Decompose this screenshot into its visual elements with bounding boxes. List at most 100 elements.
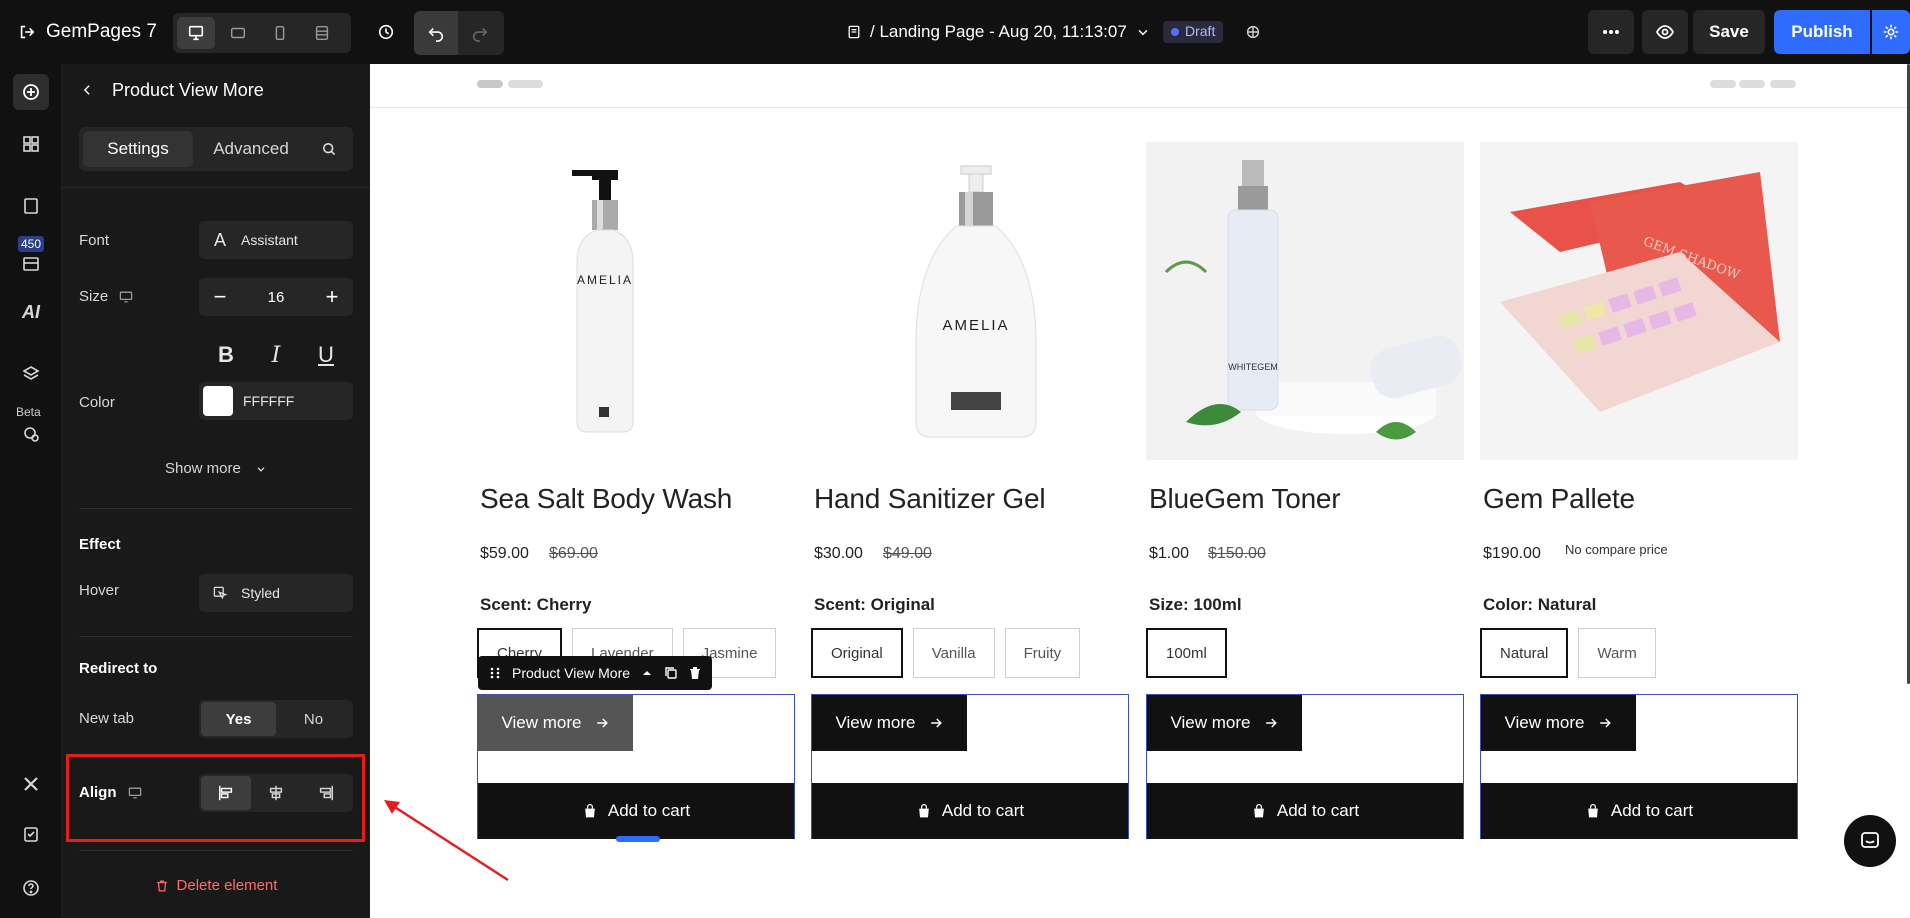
view-more-button[interactable]: View more (1147, 695, 1302, 751)
delete-element-button[interactable]: Delete element (62, 877, 370, 894)
product-name[interactable]: Sea Salt Body Wash (480, 483, 732, 515)
fullscreen-view-button[interactable] (303, 17, 341, 49)
bold-button[interactable]: B (209, 342, 243, 368)
sections-button[interactable] (13, 126, 49, 162)
duplicate-icon[interactable] (664, 666, 678, 680)
product-image[interactable]: WHITEGEM (1146, 142, 1464, 460)
product-view-more-block[interactable]: View more Add to cart (1480, 694, 1798, 839)
hover-label: Hover (79, 582, 119, 599)
pages-button[interactable] (13, 188, 49, 224)
font-label-text: Font (79, 232, 110, 249)
product-image[interactable]: GEM SHADOW (1480, 142, 1798, 460)
add-to-cart-button[interactable]: Add to cart (1481, 783, 1797, 839)
add-to-cart-button[interactable]: Add to cart (1147, 783, 1463, 839)
new-tab-no-button[interactable]: No (276, 702, 351, 736)
mobile-view-button[interactable] (261, 17, 299, 49)
variant-option[interactable]: Natural (1480, 628, 1569, 678)
ai-button[interactable]: AI (13, 294, 49, 330)
tab-settings[interactable]: Settings (83, 131, 193, 167)
variant-option[interactable]: Fruity (1004, 628, 1081, 678)
layers-button[interactable] (13, 356, 49, 392)
resize-handle[interactable] (616, 836, 660, 842)
size-value[interactable]: 16 (268, 289, 285, 306)
product-view-more-block[interactable]: Product View More View more Add to cart (477, 656, 795, 842)
align-left-icon (218, 785, 233, 801)
annotation-arrow (384, 800, 509, 882)
compare-price: $69.00 (549, 545, 598, 562)
color-label-text: Color (79, 394, 115, 411)
beta-tool-button[interactable] (13, 416, 49, 452)
view-more-button[interactable]: View more (1481, 695, 1636, 751)
color-picker[interactable]: FFFFFF (199, 382, 353, 420)
variant-option[interactable]: Vanilla (912, 628, 995, 678)
align-right-button[interactable] (301, 776, 351, 810)
variant-option[interactable]: 100ml (1146, 628, 1227, 678)
size-stepper[interactable]: − 16 + (199, 278, 353, 316)
chat-support-button[interactable] (1844, 815, 1896, 867)
desktop-view-button[interactable] (177, 17, 215, 49)
exit-to-dashboard[interactable]: GemPages 7 (18, 18, 157, 46)
add-to-cart-button[interactable]: Add to cart (812, 783, 1128, 839)
back-chevron-icon[interactable] (80, 83, 94, 97)
save-button[interactable]: Save (1693, 10, 1765, 54)
help-button[interactable] (13, 870, 49, 906)
add-element-button[interactable] (13, 74, 49, 110)
font-select[interactable]: A Assistant (199, 221, 353, 259)
product-price: $30.00 (814, 545, 863, 562)
italic-button[interactable]: I (259, 343, 293, 368)
hover-select[interactable]: Styled (199, 574, 353, 612)
view-more-button[interactable]: View more (812, 695, 967, 751)
product-name[interactable]: Hand Sanitizer Gel (814, 483, 1046, 515)
new-tab-yes-button[interactable]: Yes (201, 702, 276, 736)
placeholder-pill (1710, 80, 1736, 88)
increment-button[interactable]: + (323, 284, 341, 310)
product-view-more-block[interactable]: View more Add to cart (1146, 694, 1464, 839)
shopping-bag-icon (1254, 803, 1264, 818)
plus-circle-icon (23, 84, 39, 100)
view-more-label: View more (1504, 713, 1585, 732)
view-more-button[interactable]: View more (478, 695, 633, 751)
section-divider (79, 636, 353, 637)
show-more-button[interactable]: Show more (62, 460, 370, 477)
add-to-cart-button[interactable]: Add to cart (478, 783, 794, 839)
color-swatch[interactable] (203, 386, 233, 416)
redirect-section-title: Redirect to (79, 660, 158, 677)
library-button[interactable] (13, 246, 49, 282)
bottle-illustration: AMELIA (915, 165, 1037, 438)
redo-button[interactable] (458, 11, 502, 55)
publish-settings-button[interactable] (1872, 10, 1910, 54)
variant-option[interactable]: Original (811, 628, 903, 678)
more-options-button[interactable] (1588, 10, 1634, 54)
tablet-view-button[interactable] (219, 17, 257, 49)
variant-option[interactable]: Warm (1578, 628, 1656, 678)
page-icon (848, 25, 860, 39)
product-name[interactable]: Gem Pallete (1483, 483, 1635, 515)
panel-search-button[interactable] (309, 131, 349, 167)
compare-price: No compare price (1565, 542, 1668, 557)
x-tool-button[interactable] (13, 766, 49, 802)
color-value[interactable]: FFFFFF (243, 393, 294, 409)
product-image[interactable]: AMELIA (477, 142, 795, 460)
history-button[interactable] (370, 16, 402, 48)
help-icon (23, 880, 39, 896)
preview-button[interactable] (1642, 10, 1688, 54)
product-image[interactable]: AMELIA (811, 142, 1129, 460)
align-left-button[interactable] (201, 776, 251, 810)
caret-up-icon[interactable] (640, 666, 654, 680)
decrement-button[interactable]: − (211, 284, 229, 310)
underline-button[interactable]: U (309, 342, 343, 368)
effect-section-title: Effect (79, 536, 121, 553)
product-name[interactable]: BlueGem Toner (1149, 483, 1341, 515)
page-title-dropdown[interactable]: / Landing Page - Aug 20, 11:13:07 (846, 20, 1151, 44)
publish-button[interactable]: Publish (1774, 10, 1870, 54)
undo-button[interactable] (414, 11, 458, 55)
product-view-more-block[interactable]: View more Add to cart (811, 694, 1129, 839)
top-bar: GemPages 7 / Landing Page - Aug 20, 11:1… (0, 0, 1910, 64)
align-center-button[interactable] (251, 776, 301, 810)
checklist-button[interactable] (13, 816, 49, 852)
trash-icon[interactable] (688, 666, 702, 680)
integrations-button[interactable] (1237, 14, 1269, 50)
selected-element-name[interactable]: Product View More (512, 665, 630, 681)
drag-handle-icon[interactable] (488, 666, 502, 680)
tab-advanced[interactable]: Advanced (193, 131, 309, 167)
